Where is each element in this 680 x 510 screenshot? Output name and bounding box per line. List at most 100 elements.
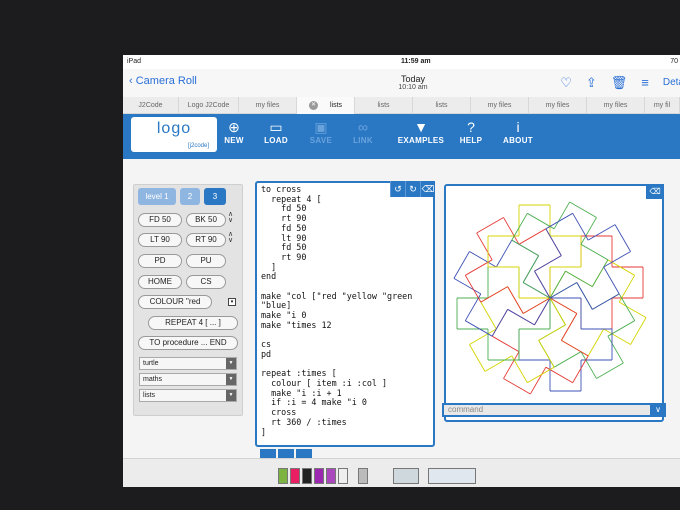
turtle-canvas: ⌫ — [444, 184, 664, 422]
logo-sub: [j2code] — [187, 143, 209, 149]
command-placeholder: command — [448, 405, 484, 414]
turtle-select[interactable]: turtle ▼ — [139, 357, 237, 370]
tab-my-files[interactable]: my files — [587, 97, 645, 114]
clear-canvas-icon[interactable]: ⌫ — [646, 184, 664, 199]
tab-lists[interactable]: lists — [355, 97, 413, 114]
tab-my-files[interactable]: my files — [239, 97, 297, 114]
turtle-line — [511, 213, 528, 241]
colour-button[interactable]: COLOUR "red — [138, 295, 212, 309]
question-icon: ? — [467, 119, 475, 135]
cs-button[interactable]: CS — [186, 275, 226, 289]
maths-select[interactable]: maths ▼ — [139, 373, 237, 386]
dock-thumbnail[interactable] — [278, 468, 288, 484]
details-button[interactable]: Deta — [663, 75, 680, 91]
share-icon[interactable]: ⇪ — [586, 75, 597, 91]
rt-button[interactable]: RT 90 — [186, 233, 226, 247]
logo-word: logo — [156, 120, 192, 137]
header-actions: ♡ ⇪ 🗑︎ ≡ Deta — [560, 75, 680, 91]
dock-thumbnail[interactable] — [302, 468, 312, 484]
command-input[interactable]: command ∨ — [442, 403, 666, 417]
bk-button[interactable]: BK 50 — [186, 213, 226, 227]
dock-thumbnail[interactable] — [393, 468, 419, 484]
dock-thumbnail[interactable] — [358, 468, 368, 484]
level-2-button[interactable]: 2 — [180, 188, 200, 205]
tab-logo-j2code[interactable]: Logo J2Code — [179, 97, 239, 114]
main-content: level 1 2 3 FD 50 BK 50 ∧ ∨ LT 90 RT 90 ∧… — [123, 159, 680, 487]
turtle-line — [476, 232, 493, 261]
dock-thumbnail[interactable] — [326, 468, 336, 484]
examples-button[interactable]: ▼ EXAMPLES — [390, 118, 452, 152]
turtle-line — [587, 224, 616, 241]
info-icon: i — [516, 119, 520, 135]
tab-lists-active[interactable]: ✕ lists — [297, 97, 355, 114]
ipad-screen: iPad 11:59 am 70 ‹ Camera Roll Today 10:… — [123, 55, 680, 487]
level-1-button[interactable]: level 1 — [138, 188, 176, 205]
home-button[interactable]: HOME — [138, 275, 182, 289]
tab-j2code[interactable]: J2Code — [123, 97, 179, 114]
logo-j2code: logo [j2code] — [131, 117, 217, 152]
tab-label: lists — [329, 102, 343, 109]
back-button[interactable]: ‹ Camera Roll — [129, 75, 197, 87]
turtle-line — [469, 344, 486, 372]
tab-my-files[interactable]: my fil — [645, 97, 680, 114]
level-3-button[interactable]: 3 — [204, 188, 226, 205]
command-palette: level 1 2 3 FD 50 BK 50 ∧ ∨ LT 90 RT 90 ∧… — [133, 184, 243, 416]
turtle-line — [591, 259, 609, 287]
tab-label: Logo J2Code — [187, 102, 230, 109]
lists-select[interactable]: lists ▼ — [139, 389, 237, 402]
fd-button[interactable]: FD 50 — [138, 213, 182, 227]
lt-button[interactable]: LT 90 — [138, 233, 182, 247]
eraser-icon[interactable]: ⌫ — [420, 181, 435, 197]
repeat-button[interactable]: REPEAT 4 [ ... ] — [148, 316, 238, 330]
about-button[interactable]: i ABOUT — [492, 118, 544, 152]
turtle-line — [538, 340, 555, 368]
code-editor[interactable]: ↺ ↻ ⌫ to cross repeat 4 [ fd 50 rt 90 fd… — [255, 181, 435, 456]
chevron-up-down-icon[interactable]: ∧ ∨ — [228, 211, 233, 224]
maths-select-value: maths — [143, 376, 163, 383]
chevron-down-icon[interactable]: ∨ — [650, 403, 666, 417]
close-tab-icon[interactable]: ✕ — [308, 101, 318, 110]
turtle-line — [607, 335, 624, 364]
heart-icon[interactable]: ♡ — [560, 75, 572, 91]
procedure-button[interactable]: TO procedure ... END — [138, 336, 238, 350]
turtle-line — [553, 201, 571, 230]
chevron-up-down-icon[interactable]: ∧ ∨ — [228, 231, 233, 244]
turtle-line — [511, 239, 539, 257]
link-icon: ∞ — [358, 119, 368, 135]
pd-button[interactable]: PD — [138, 254, 182, 268]
turtle-line — [507, 286, 524, 314]
turtle-drawing — [453, 201, 647, 395]
tab-my-files[interactable]: my files — [471, 97, 529, 114]
turtle-line — [529, 366, 547, 395]
dock-thumbnail[interactable] — [338, 468, 348, 484]
photo-date: Today 10:10 am — [383, 74, 443, 91]
turtle-line — [522, 255, 540, 283]
battery-level: 70 — [670, 58, 678, 65]
trash-icon[interactable]: 🗑︎ — [611, 75, 628, 91]
turtle-line — [480, 301, 497, 330]
link-label: LINK — [353, 136, 373, 145]
turtle-line — [587, 328, 605, 357]
pu-button[interactable]: PU — [186, 254, 226, 268]
turtle-line — [560, 313, 578, 341]
help-button[interactable]: ? HELP — [445, 118, 497, 152]
tab-label: my files — [603, 102, 628, 109]
turtle-line — [507, 308, 535, 326]
colour-picker-icon[interactable]: ▾ — [228, 298, 236, 306]
status-time: 11:59 am — [401, 58, 431, 65]
dock-thumbnail[interactable] — [290, 468, 300, 484]
sliders-icon[interactable]: ≡ — [641, 75, 649, 91]
dock-thumbnail[interactable] — [314, 468, 324, 484]
tab-lists[interactable]: lists — [413, 97, 471, 114]
turtle-line — [480, 286, 508, 303]
turtle-line — [618, 301, 647, 319]
turtle-line — [538, 324, 566, 341]
turtle-line — [565, 270, 593, 288]
turtle-line — [491, 335, 520, 353]
link-button[interactable]: ∞ LINK — [337, 118, 389, 152]
turtle-line — [545, 228, 562, 256]
turtle-line — [476, 217, 504, 234]
dock-thumbnail[interactable] — [428, 468, 476, 484]
code-text[interactable]: to cross repeat 4 [ fd 50 rt 90 fd 50 lt… — [261, 184, 412, 457]
tab-my-files[interactable]: my files — [529, 97, 587, 114]
